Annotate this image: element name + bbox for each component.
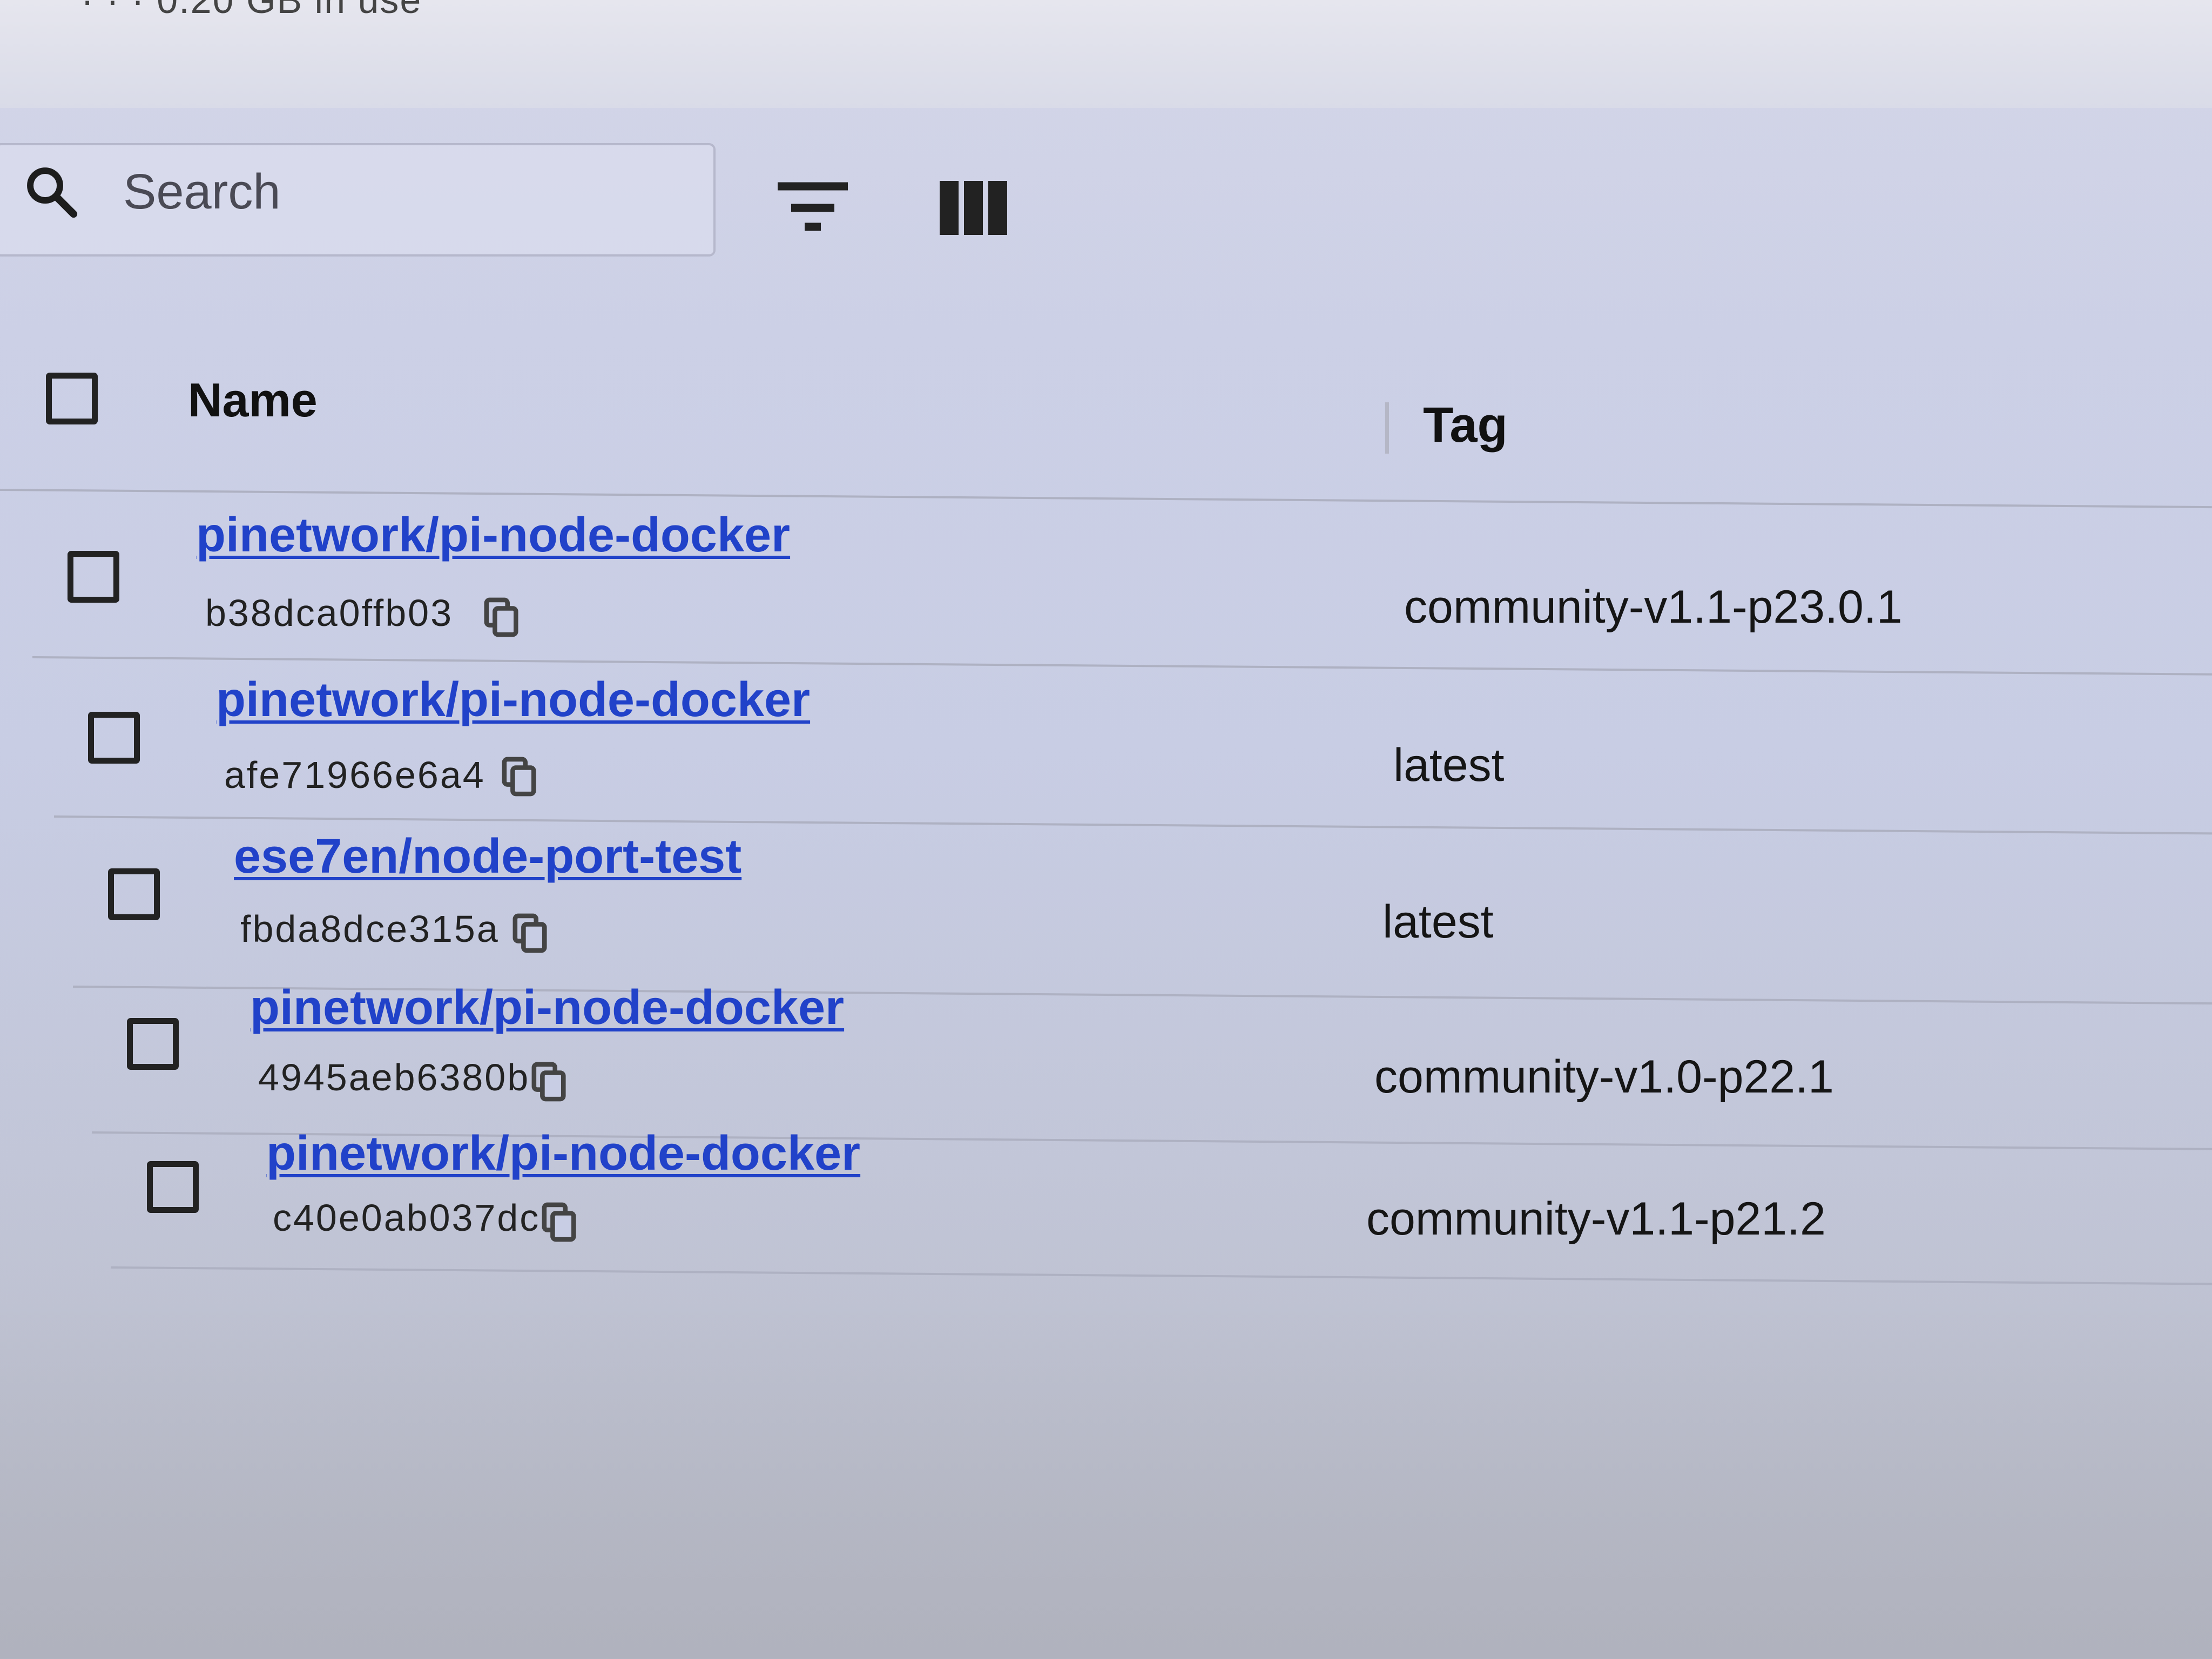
empty-table-area bbox=[0, 1296, 2212, 1659]
image-tag: latest bbox=[1382, 896, 1494, 948]
image-id: fbda8dce315a bbox=[240, 908, 500, 950]
image-tag: community-v1.0-p22.1 bbox=[1374, 1051, 1834, 1103]
copy-icon[interactable] bbox=[541, 1202, 579, 1244]
view-column-icon[interactable] bbox=[940, 181, 1007, 235]
copy-icon[interactable] bbox=[501, 756, 539, 798]
row-checkbox[interactable] bbox=[68, 551, 119, 603]
copy-icon[interactable] bbox=[512, 913, 550, 955]
row-checkbox[interactable] bbox=[108, 868, 160, 920]
image-name-link[interactable]: ese7en/node-port-test bbox=[234, 829, 741, 885]
row-checkbox[interactable] bbox=[127, 1018, 179, 1070]
image-id: c40e0ab037dc bbox=[273, 1197, 541, 1239]
copy-icon[interactable] bbox=[483, 597, 521, 639]
image-name-link[interactable]: pinetwork/pi-node-docker bbox=[266, 1126, 860, 1182]
row-divider bbox=[110, 1266, 2212, 1285]
column-header-name[interactable]: Name bbox=[188, 373, 318, 428]
header-divider-line bbox=[0, 489, 2212, 509]
image-name-link[interactable]: pinetwork/pi-node-docker bbox=[216, 672, 810, 728]
search-input[interactable] bbox=[123, 159, 696, 224]
image-tag: community-v1.1-p21.2 bbox=[1366, 1193, 1826, 1245]
row-checkbox[interactable] bbox=[88, 712, 140, 764]
column-divider[interactable] bbox=[1385, 402, 1389, 454]
image-name-link[interactable]: pinetwork/pi-node-docker bbox=[250, 980, 844, 1036]
image-id: afe71966e6a4 bbox=[224, 754, 485, 796]
image-id: b38dca0ffb03 bbox=[205, 592, 454, 634]
image-tag: latest bbox=[1393, 739, 1505, 791]
row-checkbox[interactable] bbox=[147, 1161, 199, 1213]
search-icon bbox=[27, 167, 78, 218]
top-status-strip: · · · 0.20 GB in use bbox=[0, 0, 2212, 108]
image-tag: community-v1.1-p23.0.1 bbox=[1404, 581, 1903, 633]
copy-icon[interactable] bbox=[531, 1061, 569, 1103]
column-header-tag[interactable]: Tag bbox=[1423, 397, 1508, 454]
image-id: 4945aeb6380b bbox=[258, 1056, 530, 1098]
image-name-link[interactable]: pinetwork/pi-node-docker bbox=[196, 508, 790, 563]
select-all-checkbox[interactable] bbox=[46, 373, 98, 424]
filter-list-icon[interactable] bbox=[778, 178, 848, 235]
disk-usage-text: · · · 0.20 GB in use bbox=[81, 0, 422, 21]
